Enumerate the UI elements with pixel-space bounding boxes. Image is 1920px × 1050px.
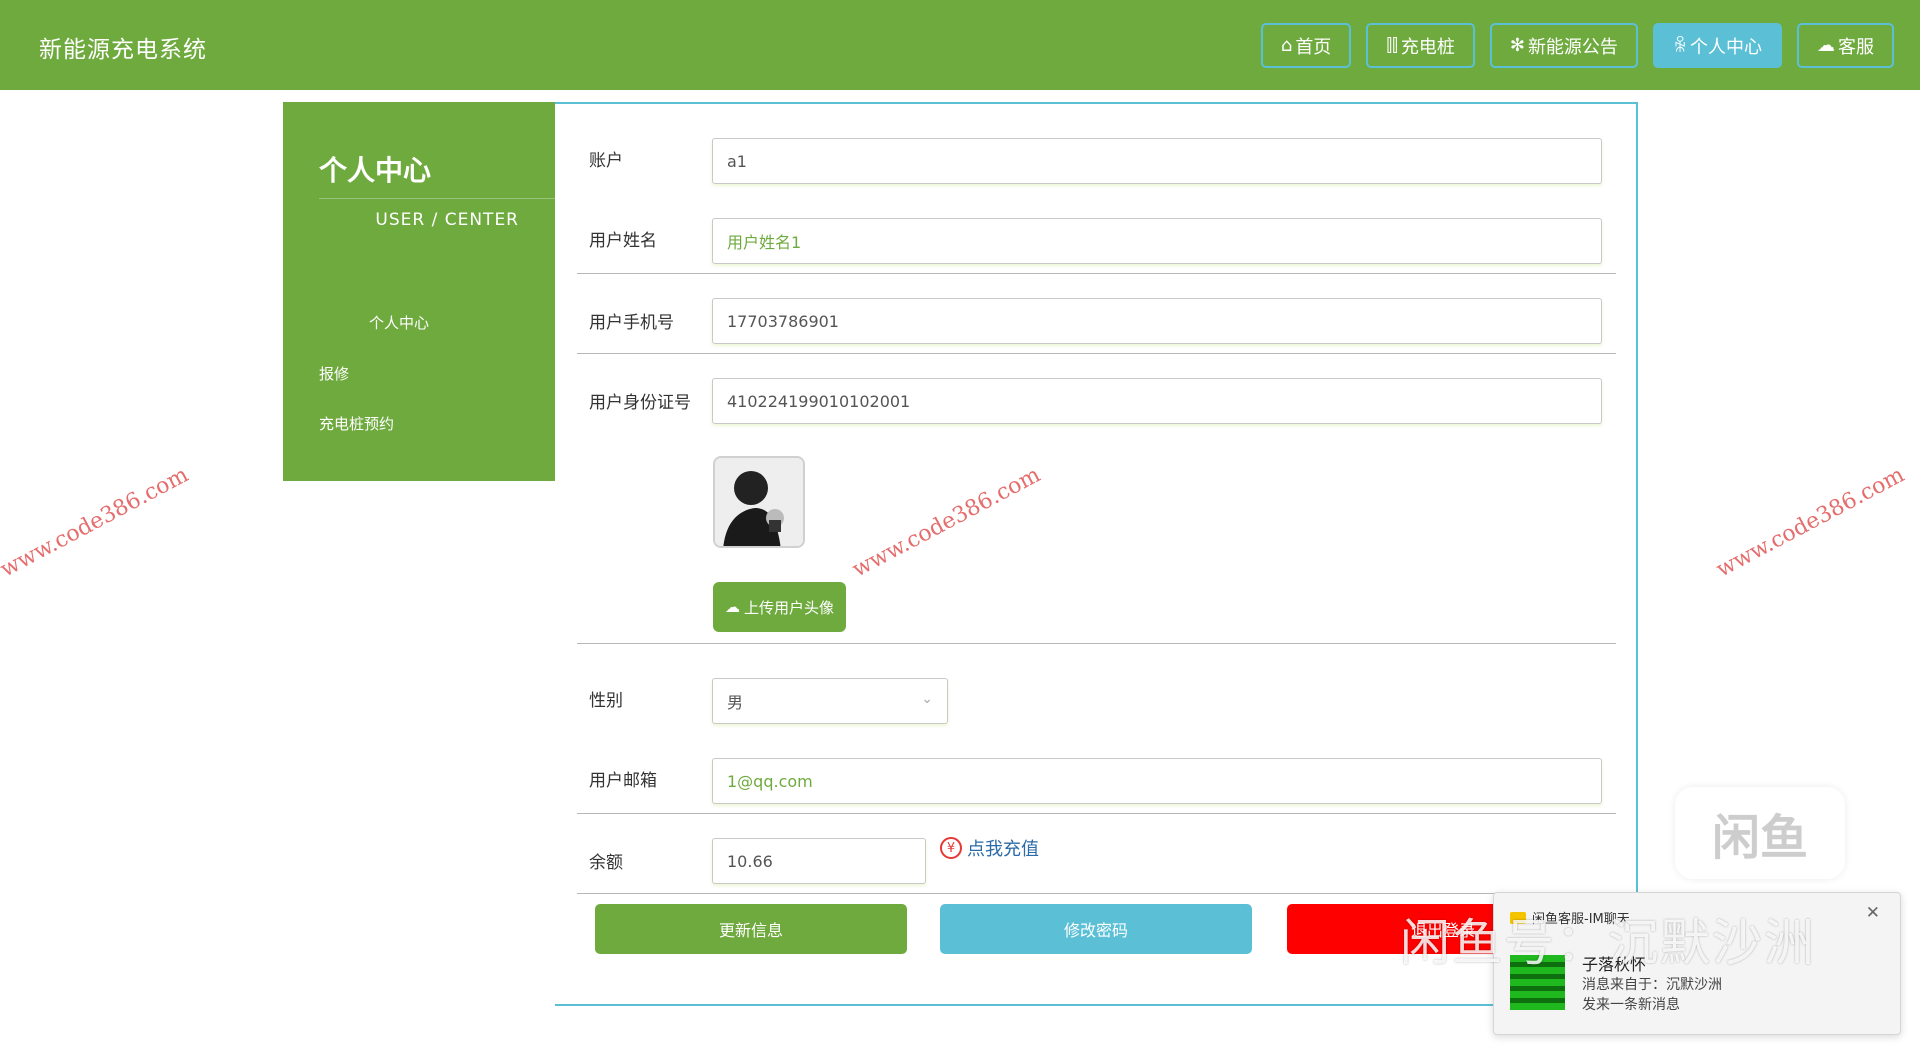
notification-app-name: 闲鱼客服-IM聊天 <box>1532 912 1630 927</box>
change-password-button[interactable]: 修改密码 <box>940 904 1252 954</box>
notification-title: 子落秋怀 <box>1582 955 1647 974</box>
nav-label: 个人中心 <box>1690 36 1762 58</box>
notification-header: 闲鱼客服-IM聊天 <box>1510 908 1630 927</box>
phone-input[interactable]: 17703786901 <box>712 298 1602 344</box>
nav-charging-pile[interactable]: ⫿⫿ 充电桩 <box>1366 23 1475 68</box>
email-label: 用户邮箱 <box>589 771 657 791</box>
sidebar-item-user-center[interactable]: 个人中心 <box>369 312 429 333</box>
chat-icon: ☁ <box>1817 35 1835 56</box>
recharge-label: 点我充值 <box>967 839 1039 860</box>
top-nav: ⌂ 首页 ⫿⫿ 充电桩 ✻ 新能源公告 ꆜ 个人中心 ☁ 客服 <box>1260 23 1894 68</box>
balance-input[interactable]: 10.66 <box>712 838 926 884</box>
chevron-down-icon: ⌄ <box>921 691 933 707</box>
user-icon: ꆜ <box>1672 36 1687 57</box>
sidebar-title: 个人中心 <box>319 154 432 187</box>
nav-label: 充电桩 <box>1400 36 1455 58</box>
sidebar-subtitle: USER / CENTER <box>375 210 519 230</box>
form-row-email: 用户邮箱 1@qq.com <box>577 724 1616 814</box>
notification-message: 发来一条新消息 <box>1582 997 1680 1013</box>
snowflake-icon: ✻ <box>1509 35 1525 56</box>
phone-label: 用户手机号 <box>589 313 674 333</box>
home-icon: ⌂ <box>1280 35 1293 56</box>
charger-icon: ⫿⫿ <box>1386 35 1398 56</box>
form-row-phone: 用户手机号 17703786901 <box>577 274 1616 354</box>
nav-customer-service[interactable]: ☁ 客服 <box>1797 23 1894 68</box>
email-input[interactable]: 1@qq.com <box>712 758 1602 804</box>
update-info-button[interactable]: 更新信息 <box>595 904 907 954</box>
form-row-idcard: 用户身份证号 410224199010102001 <box>577 354 1616 434</box>
name-label: 用户姓名 <box>589 231 657 251</box>
gender-select[interactable]: 男 ⌄ <box>712 678 948 724</box>
account-input[interactable]: a1 <box>712 138 1602 184</box>
site-watermark: www.code386.com <box>0 462 193 583</box>
site-watermark: www.code386.com <box>1712 462 1909 583</box>
account-label: 账户 <box>589 151 623 171</box>
form-row-name: 用户姓名 用户姓名1 <box>577 184 1616 274</box>
nav-user-center[interactable]: ꆜ 个人中心 <box>1652 23 1782 68</box>
upload-avatar-button[interactable]: ☁ 上传用户头像 <box>713 582 846 632</box>
name-input[interactable]: 用户姓名1 <box>712 218 1602 264</box>
idcard-input[interactable]: 410224199010102001 <box>712 378 1602 424</box>
nav-label: 新能源公告 <box>1527 36 1618 58</box>
chat-notification[interactable]: 闲鱼客服-IM聊天 ✕ 子落秋怀 消息来自于：沉默沙洲 发来一条新消息 <box>1493 892 1901 1035</box>
upload-avatar-label: 上传用户头像 <box>743 598 834 617</box>
gender-label: 性别 <box>589 691 623 711</box>
form-row-account: 账户 a1 <box>577 104 1616 184</box>
app-badge-icon <box>1510 911 1526 924</box>
sidebar: 个人中心 USER / CENTER 个人中心 报修 充电桩预约 <box>283 102 555 481</box>
user-avatar <box>713 456 805 548</box>
avatar-photo <box>715 458 803 546</box>
form-row-gender: 性别 男 ⌄ <box>577 644 1616 724</box>
yen-icon: ¥ <box>940 837 962 859</box>
sidebar-item-repair[interactable]: 报修 <box>319 363 349 384</box>
top-header: 新能源充电系统 ⌂ 首页 ⫿⫿ 充电桩 ✻ 新能源公告 ꆜ 个人中心 ☁ 客服 <box>0 0 1920 90</box>
close-icon[interactable]: ✕ <box>1866 903 1880 923</box>
nav-label: 客服 <box>1838 36 1874 58</box>
sidebar-divider <box>319 198 555 199</box>
gender-value: 男 <box>727 693 744 712</box>
nav-label: 首页 <box>1295 36 1332 58</box>
form-row-balance: 余额 10.66 <box>577 814 1616 894</box>
brand-title: 新能源充电系统 <box>39 37 207 63</box>
sidebar-item-reservation[interactable]: 充电桩预约 <box>319 413 394 434</box>
nav-home[interactable]: ⌂ 首页 <box>1260 23 1352 68</box>
profile-form-panel: 账户 a1 用户姓名 用户姓名1 用户手机号 17703786901 用户身份证… <box>555 102 1638 1006</box>
recharge-link[interactable]: ¥ 点我充值 <box>940 835 1039 861</box>
notification-from: 消息来自于：沉默沙洲 <box>1582 977 1722 993</box>
cloud-upload-icon: ☁ <box>724 598 740 616</box>
xianyu-logo: 闲鱼 <box>1675 787 1845 879</box>
balance-label: 余额 <box>589 853 623 873</box>
sender-avatar <box>1510 955 1565 1010</box>
idcard-label: 用户身份证号 <box>589 393 691 413</box>
nav-announcement[interactable]: ✻ 新能源公告 <box>1489 23 1638 68</box>
